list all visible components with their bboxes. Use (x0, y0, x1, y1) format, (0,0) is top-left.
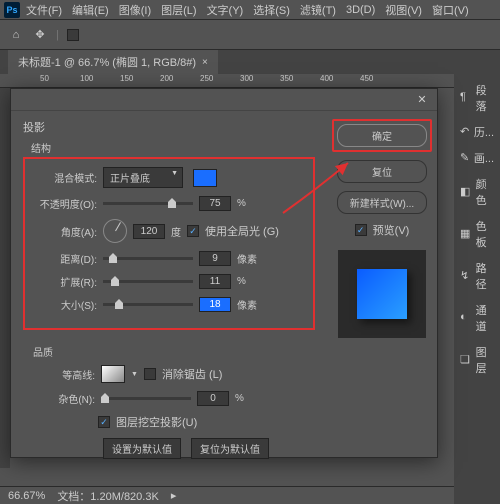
opacity-unit: % (237, 198, 246, 209)
distance-input[interactable]: 9 (199, 251, 231, 266)
distance-unit: 像素 (237, 251, 257, 266)
angle-dial[interactable] (103, 219, 127, 243)
shadow-color-swatch[interactable] (193, 169, 217, 187)
spread-label: 扩展(R): (35, 274, 97, 289)
paragraph-icon: ¶ (460, 91, 472, 105)
home-icon[interactable]: ⌂ (8, 27, 24, 43)
zoom-level[interactable]: 66.67% (8, 490, 45, 502)
angle-label: 角度(A): (35, 224, 97, 239)
global-light-checkbox[interactable] (187, 225, 199, 237)
blend-mode-label: 混合模式: (35, 170, 97, 185)
angle-unit: 度 (171, 224, 181, 239)
noise-slider[interactable] (101, 397, 191, 400)
close-icon[interactable]: ✕ (415, 93, 429, 107)
contour-picker[interactable] (101, 365, 125, 383)
angle-input[interactable]: 120 (133, 224, 165, 239)
brush-icon: ✎ (460, 151, 470, 165)
opacity-slider[interactable] (103, 202, 193, 205)
swatches-icon: ▦ (460, 227, 472, 241)
size-input[interactable]: 18 (199, 297, 231, 312)
layers-icon: ❏ (460, 353, 472, 367)
size-unit: 像素 (237, 297, 257, 312)
knockout-label: 图层挖空投影(U) (116, 414, 197, 430)
menubar: Ps 文件(F) 编辑(E) 图像(I) 图层(L) 文字(Y) 选择(S) 滤… (0, 0, 500, 20)
distance-label: 距离(D): (35, 251, 97, 266)
document-tabs: 未标题-1 @ 66.7% (椭圆 1, RGB/8#) × (0, 50, 500, 74)
layer-style-dialog: ✕ 投影 结构 混合模式: 正片叠底 不透明度(O): 75 % 角度(A): (10, 88, 438, 458)
panel-swatches[interactable]: ▦色板 (454, 214, 500, 254)
noise-label: 杂色(N): (33, 391, 95, 406)
structure-group: 混合模式: 正片叠底 不透明度(O): 75 % 角度(A): 120 度 使用 (23, 157, 315, 330)
menu-window[interactable]: 窗口(V) (432, 2, 469, 18)
tab-title: 未标题-1 @ 66.7% (椭圆 1, RGB/8#) (18, 54, 196, 70)
menu-layer[interactable]: 图层(L) (161, 2, 196, 18)
spread-unit: % (237, 276, 246, 287)
set-default-button[interactable]: 设置为默认值 (103, 438, 181, 459)
dialog-titlebar: ✕ (11, 89, 437, 111)
ps-logo: Ps (4, 2, 20, 18)
global-light-label: 使用全局光 (G) (205, 223, 279, 239)
panel-brush[interactable]: ✎画... (454, 146, 500, 170)
channels-icon: ◐ (460, 311, 472, 325)
panel-paragraph[interactable]: ¶段落 (454, 78, 500, 118)
quality-label: 品质 (33, 344, 305, 359)
ok-button[interactable]: 确定 (337, 124, 427, 147)
opacity-input[interactable]: 75 (199, 196, 231, 211)
color-icon: ◧ (460, 185, 472, 199)
antialias-checkbox[interactable] (144, 368, 156, 380)
opacity-label: 不透明度(O): (35, 196, 97, 211)
panels-sidebar: ¶段落 ↶历... ✎画... ◧颜色 ▦色板 ↯路径 ◐通道 ❏图层 (454, 74, 500, 504)
preview-swatch (357, 269, 407, 319)
menu-edit[interactable]: 编辑(E) (72, 2, 109, 18)
statusbar: 66.67% 文档：1.20M/820.3K ▸ (0, 486, 454, 504)
spread-input[interactable]: 11 (199, 274, 231, 289)
paths-icon: ↯ (460, 269, 472, 283)
menu-type[interactable]: 文字(Y) (207, 2, 244, 18)
doc-size: 文档：1.20M/820.3K (57, 488, 159, 504)
menu-view[interactable]: 视图(V) (385, 2, 422, 18)
panel-layers[interactable]: ❏图层 (454, 340, 500, 380)
knockout-checkbox[interactable] (98, 416, 110, 428)
menu-select[interactable]: 选择(S) (253, 2, 290, 18)
section-title: 投影 (23, 119, 315, 135)
menu-file[interactable]: 文件(F) (26, 2, 62, 18)
panel-channels[interactable]: ◐通道 (454, 298, 500, 338)
panel-color[interactable]: ◧颜色 (454, 172, 500, 212)
ruler-horizontal: 50 100 150 200 250 300 350 400 450 (0, 74, 500, 88)
panel-paths[interactable]: ↯路径 (454, 256, 500, 296)
reset-button[interactable]: 复位 (337, 160, 427, 183)
structure-label: 结构 (31, 140, 315, 155)
reset-default-button[interactable]: 复位为默认值 (191, 438, 269, 459)
effect-preview (338, 250, 426, 338)
move-icon[interactable]: ✥ (32, 27, 48, 43)
noise-input[interactable]: 0 (197, 391, 229, 406)
preview-label: 预览(V) (373, 222, 410, 238)
blend-mode-dropdown[interactable]: 正片叠底 (103, 167, 183, 188)
preview-checkbox[interactable] (355, 224, 367, 236)
close-icon[interactable]: × (202, 57, 208, 68)
chevron-right-icon[interactable]: ▸ (171, 489, 177, 502)
noise-unit: % (235, 393, 244, 404)
new-style-button[interactable]: 新建样式(W)... (337, 191, 427, 214)
document-tab[interactable]: 未标题-1 @ 66.7% (椭圆 1, RGB/8#) × (8, 50, 218, 74)
menu-3d[interactable]: 3D(D) (346, 4, 375, 16)
spread-slider[interactable] (103, 280, 193, 283)
size-slider[interactable] (103, 303, 193, 306)
options-bar: ⌂ ✥ | (0, 20, 500, 50)
history-icon: ↶ (460, 125, 470, 139)
contour-label: 等高线: (33, 367, 95, 382)
distance-slider[interactable] (103, 257, 193, 260)
menu-filter[interactable]: 滤镜(T) (300, 2, 336, 18)
antialias-label: 消除锯齿 (L) (162, 366, 223, 382)
panel-history[interactable]: ↶历... (454, 120, 500, 144)
ok-button-highlight: 确定 (332, 119, 432, 152)
tool-strip (0, 88, 10, 468)
size-label: 大小(S): (35, 297, 97, 312)
option-checkbox[interactable] (67, 29, 79, 41)
menu-image[interactable]: 图像(I) (119, 2, 151, 18)
